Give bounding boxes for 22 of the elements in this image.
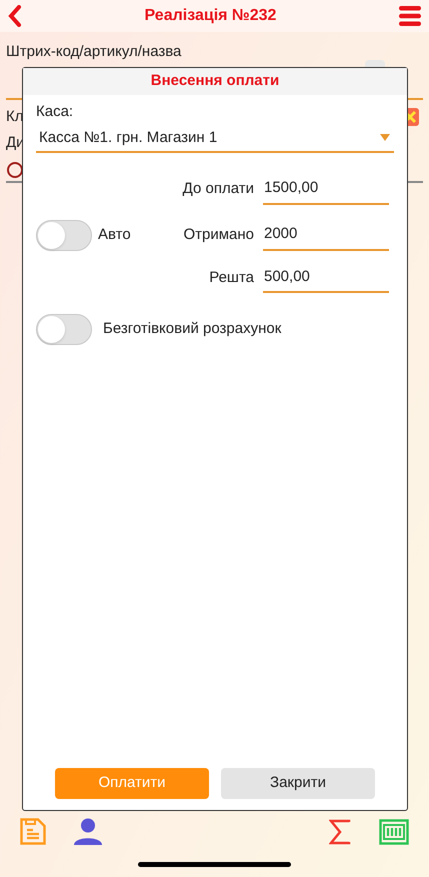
toggle-label: Безготівковий розрахунок bbox=[103, 319, 282, 340]
amount-field[interactable]: 1500,00 bbox=[263, 177, 389, 204]
cash-dropdown[interactable]: Касса №1. грн. Магазин 1 bbox=[36, 126, 394, 153]
amount-label: Отримано bbox=[182, 225, 254, 245]
close-button[interactable]: Закрити bbox=[221, 768, 375, 799]
back-icon[interactable] bbox=[8, 5, 22, 27]
amount-label: Решта bbox=[208, 268, 254, 288]
amount-field[interactable]: 500,00 bbox=[263, 266, 389, 293]
search-icon[interactable] bbox=[6, 160, 24, 178]
amount-field[interactable]: 2000 bbox=[263, 223, 389, 250]
dialog-title: Внесення оплати bbox=[150, 71, 280, 92]
caret-icon bbox=[380, 134, 390, 142]
field-label: Штрих-код/артикул/назва bbox=[6, 42, 182, 62]
page-title: Реалізація №232 bbox=[144, 6, 276, 26]
toggle-switch[interactable] bbox=[36, 314, 92, 345]
toggle-switch[interactable] bbox=[36, 220, 92, 250]
sigma-icon[interactable] bbox=[329, 818, 351, 844]
amount-label: До оплати bbox=[182, 179, 254, 199]
cash-label: Каса: bbox=[36, 102, 74, 122]
person-icon[interactable] bbox=[74, 818, 102, 845]
menu-icon[interactable] bbox=[398, 5, 421, 27]
toggle-label: Авто bbox=[98, 224, 131, 245]
